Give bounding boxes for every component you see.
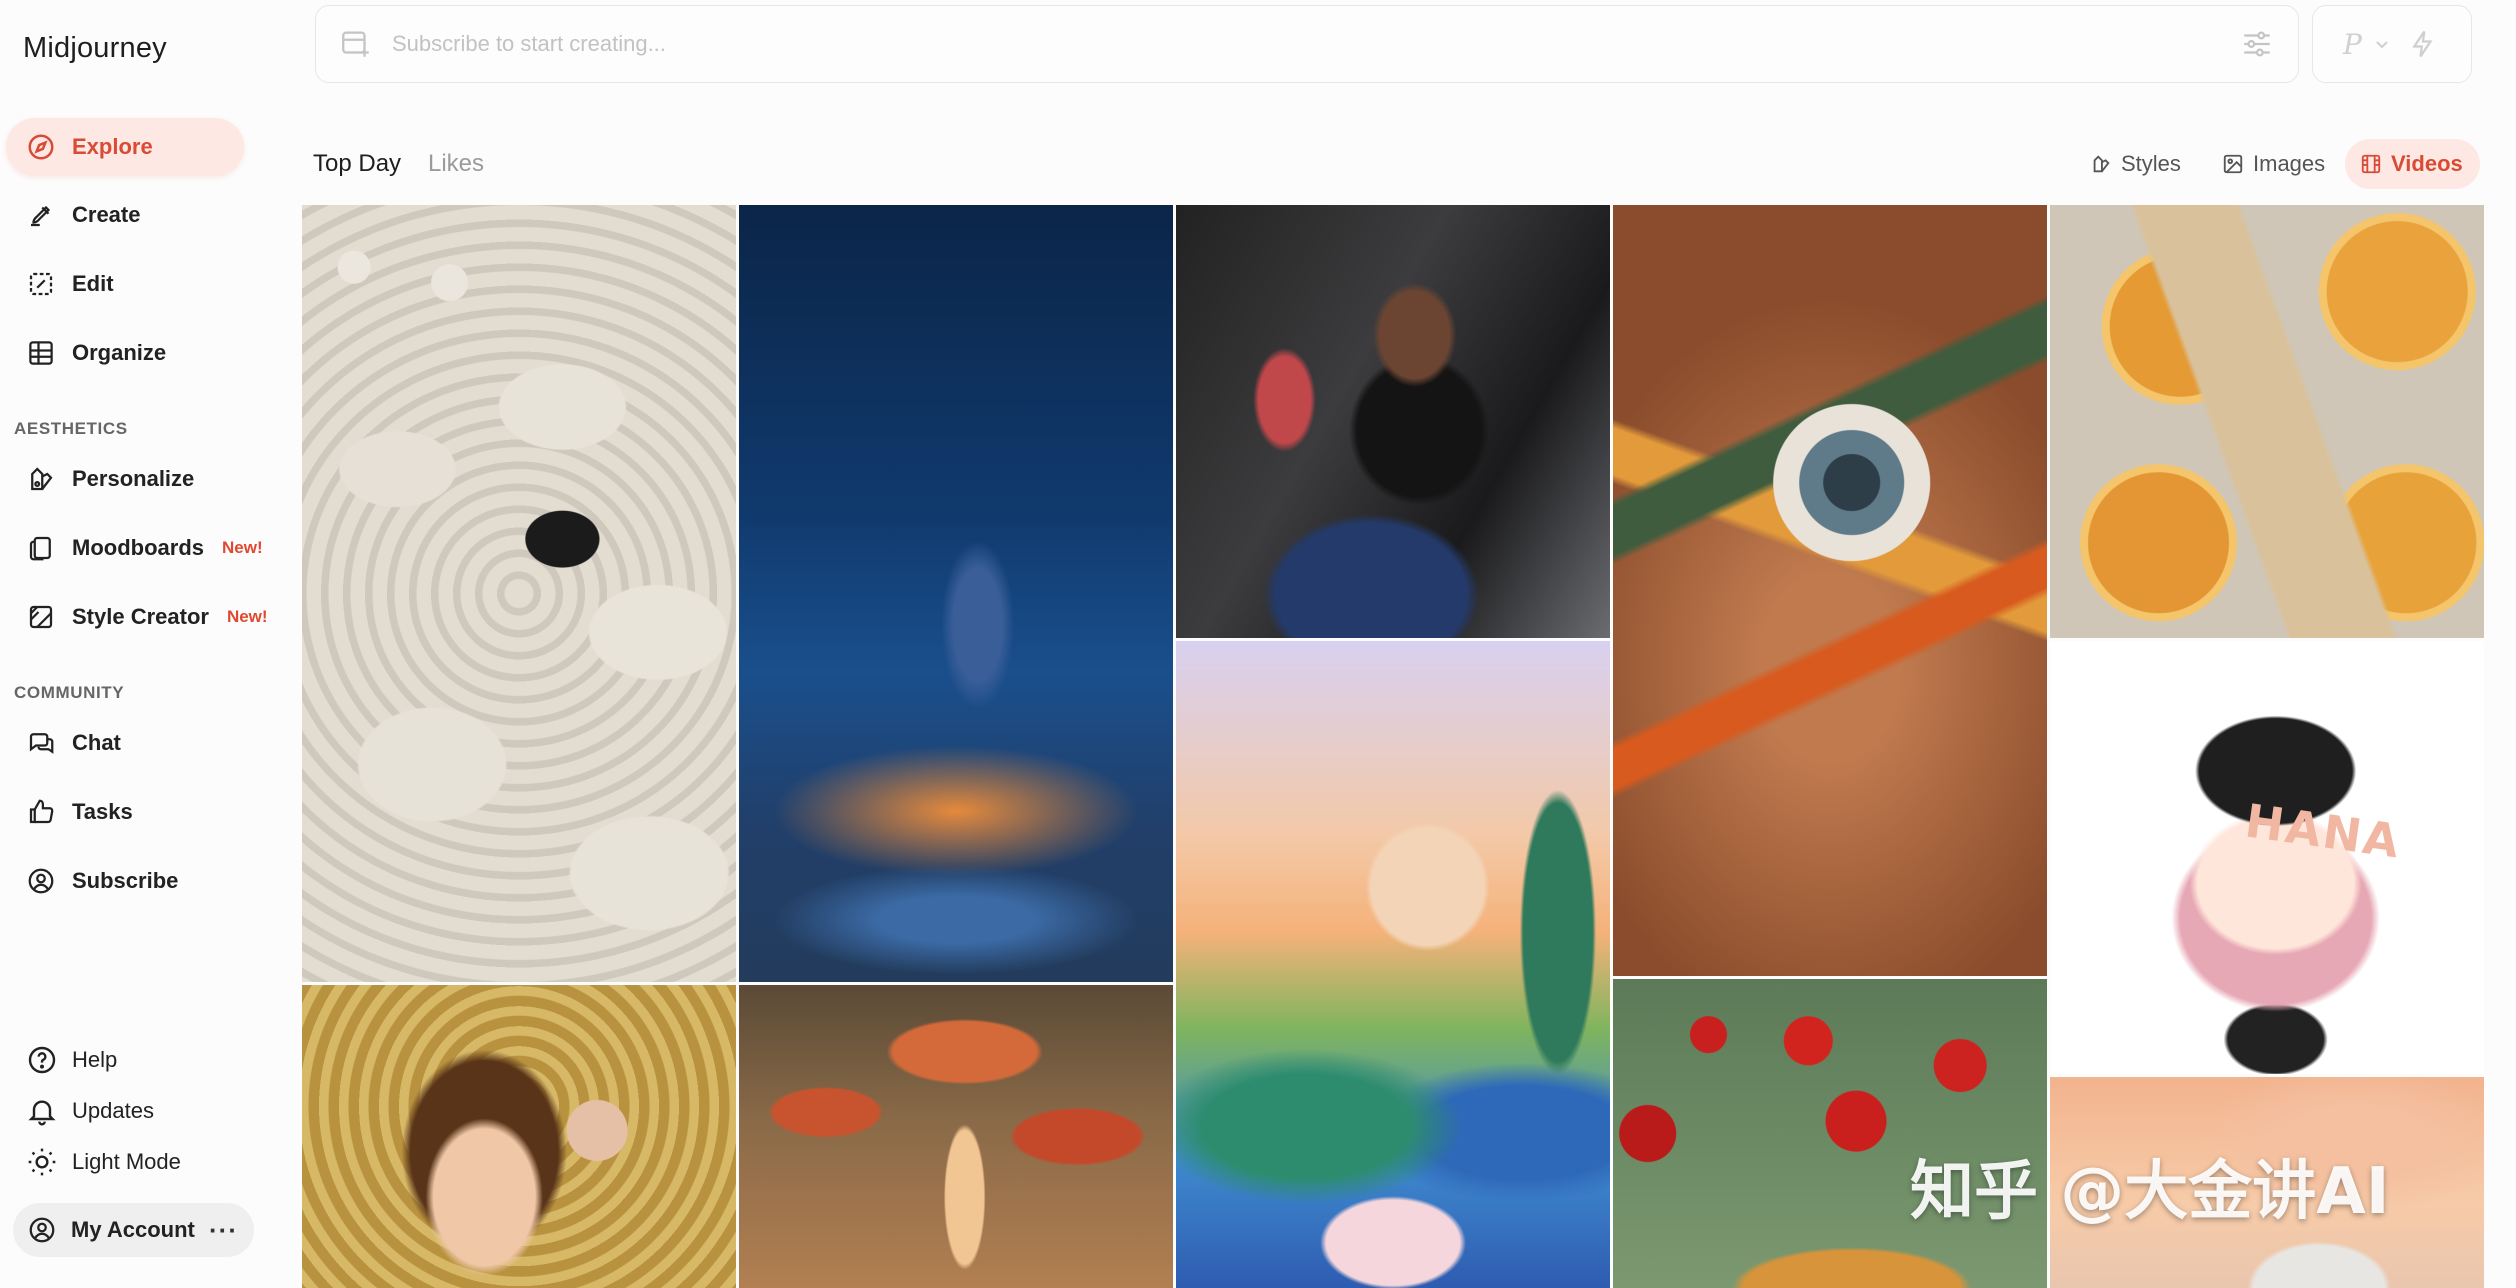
app-logo[interactable]: Midjourney [23,32,167,65]
sidebar-item-label: Tasks [72,799,133,824]
sliders-icon[interactable] [2238,25,2276,63]
help-icon [24,1042,60,1078]
filter-images-button[interactable]: Images [2207,139,2339,189]
tab-likes[interactable]: Likes [428,150,484,178]
chevron-down-icon [2376,41,2388,49]
grid-icon [24,336,58,370]
sidebar: Midjourney Explore Create Edit Organize … [0,0,290,1288]
sidebar-item-help[interactable]: Help [24,1040,117,1080]
filter-videos-button[interactable]: Videos [2345,139,2480,189]
image-icon [2221,152,2245,176]
sidebar-item-label: Edit [72,271,114,296]
community-section-title: COMMUNITY [14,683,125,702]
sidebar-item-personalize[interactable]: Personalize [6,450,244,508]
sidebar-item-label: Create [72,202,141,227]
my-account-label: My Account [71,1217,195,1242]
prompt-input[interactable] [392,31,2092,57]
sidebar-item-explore[interactable]: Explore [6,118,244,176]
sidebar-item-label: Personalize [72,466,195,491]
gallery-item-pastel-villa[interactable] [1176,641,1610,1288]
film-icon [2359,152,2383,176]
filter-styles-button[interactable]: Styles [2075,139,2195,189]
watermark-text: 知乎 @大金讲AI [1910,1155,2390,1229]
sidebar-item-chat[interactable]: Chat [6,714,244,772]
filter-label: Styles [2121,151,2181,176]
sidebar-item-label: Chat [72,730,121,755]
sidebar-item-organize[interactable]: Organize [6,324,244,382]
more-options-icon[interactable]: ··· [209,1217,238,1243]
gallery-item-glowing-mushrooms[interactable] [739,985,1173,1288]
chat-icon [24,726,58,760]
filter-label: Images [2253,151,2326,176]
new-badge: New! [226,607,268,626]
user-circle-icon [25,1213,59,1247]
palette-icon [24,462,58,496]
tab-top-day[interactable]: Top Day [313,150,401,178]
sidebar-item-label: Moodboards [72,535,204,560]
sidebar-item-label: Subscribe [72,868,179,893]
gallery-item-car-portrait[interactable] [1176,205,1610,638]
sidebar-item-edit[interactable]: Edit [6,255,244,313]
user-circle-icon [24,864,58,898]
doll-hat-text: HANA [2242,793,2405,869]
sidebar-item-subscribe[interactable]: Subscribe [6,852,244,910]
sidebar-item-style-creator[interactable]: Style Creator New! [6,588,268,646]
thumbs-up-icon [24,795,58,829]
gallery-item-sheep-flock[interactable] [302,205,736,982]
new-badge: New! [222,538,263,557]
mode-letter: P [2343,27,2362,61]
cards-icon [24,531,58,565]
sidebar-item-create[interactable]: Create [6,186,244,244]
sidebar-item-light-mode[interactable]: Light Mode [24,1142,181,1182]
sidebar-item-label: Updates [72,1098,154,1123]
filter-label: Videos [2391,151,2463,176]
gallery-item-curly-portrait[interactable] [302,985,736,1288]
lightning-icon[interactable] [2408,29,2438,59]
edit-frame-icon [24,267,58,301]
my-account-button[interactable]: My Account ··· [13,1203,254,1257]
sidebar-item-tasks[interactable]: Tasks [6,783,244,841]
sidebar-item-label: Organize [72,340,167,365]
brush-icon [24,198,58,232]
aesthetics-section-title: AESTHETICS [14,419,128,438]
mode-selector[interactable]: P [2312,5,2472,83]
sidebar-item-label: Help [72,1047,118,1072]
sun-icon [24,1144,60,1180]
gallery-item-starry-skater[interactable] [739,205,1173,982]
sidebar-item-label: Explore [72,134,153,159]
style-creator-icon [24,600,58,634]
compass-icon [24,130,58,164]
gallery-item-painted-eye[interactable] [1613,205,2047,976]
gallery-item-orange-serum[interactable] [2050,205,2484,638]
sidebar-item-moodboards[interactable]: Moodboards New! [6,519,263,577]
bell-icon [24,1093,60,1129]
styles-icon [2089,152,2113,176]
sidebar-item-updates[interactable]: Updates [24,1091,154,1131]
gallery-item-hearts-croissant[interactable] [1613,979,2047,1288]
sidebar-item-label: Style Creator [72,604,209,629]
gallery-item-hana-doll[interactable]: HANA [2050,641,2484,1074]
add-image-icon[interactable] [336,24,376,64]
prompt-bar [315,5,2299,83]
sidebar-item-label: Light Mode [72,1149,181,1174]
